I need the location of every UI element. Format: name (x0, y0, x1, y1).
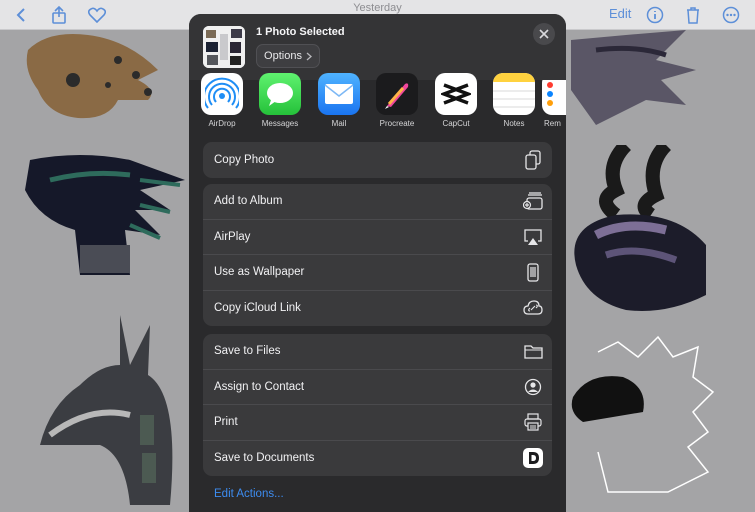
app-label: CapCut (442, 119, 470, 128)
app-label: AirDrop (208, 119, 236, 128)
options-label: Options (264, 50, 302, 62)
action-copy-icloud-link[interactable]: Copy iCloud Link (203, 291, 552, 327)
share-app-messages[interactable]: Messages (251, 73, 309, 128)
action-add-to-album[interactable]: Add to Album (203, 184, 552, 220)
share-app-capcut[interactable]: CapCut (427, 73, 485, 128)
edit-actions-link[interactable]: Edit Actions... (214, 488, 284, 500)
action-group-copy: Copy Photo (203, 142, 552, 178)
photo-thumbnail (203, 26, 245, 68)
copy-icon (522, 149, 544, 171)
dragon-artwork-mid-right (574, 145, 706, 311)
dragon-artwork-bottom-left (40, 315, 173, 505)
cloud-link-icon (522, 297, 544, 319)
close-button[interactable] (533, 23, 555, 45)
action-label: Assign to Contact (214, 380, 305, 393)
photo-date-label: Yesterday (353, 2, 402, 14)
airplay-icon (522, 226, 544, 248)
action-label: Add to Album (214, 195, 283, 208)
close-icon (539, 29, 549, 39)
action-use-as-wallpaper[interactable]: Use as Wallpaper (203, 255, 552, 291)
reminders-icon (542, 80, 566, 115)
more-icon[interactable] (720, 4, 742, 26)
action-save-to-files[interactable]: Save to Files (203, 334, 552, 370)
action-label: Copy iCloud Link (214, 302, 301, 315)
documents-app-icon (522, 447, 544, 469)
printer-icon (522, 411, 544, 433)
contact-icon (522, 376, 544, 398)
options-button[interactable]: Options (256, 44, 320, 68)
action-save-to-documents[interactable]: Save to Documents (203, 441, 552, 477)
share-app-mail[interactable]: Mail (310, 73, 368, 128)
notes-icon (493, 73, 535, 115)
share-apps-row: AirDrop Messages Mail Procreate CapCut N… (189, 73, 566, 140)
procreate-icon (376, 73, 418, 115)
app-label: Mail (331, 119, 347, 128)
action-airplay[interactable]: AirPlay (203, 220, 552, 255)
action-group-photos: Add to Album AirPlay Use as Wallpaper Co… (203, 184, 552, 326)
share-app-procreate[interactable]: Procreate (368, 73, 426, 128)
app-label: Rem (544, 119, 561, 128)
phone-icon (522, 261, 544, 283)
add-album-icon (522, 190, 544, 212)
action-label: Print (214, 416, 238, 429)
dragon-artwork-top-right (571, 30, 696, 125)
action-label: Save to Files (214, 345, 281, 358)
action-label: AirPlay (214, 230, 251, 243)
action-copy-photo[interactable]: Copy Photo (203, 142, 552, 178)
folder-icon (522, 340, 544, 362)
action-print[interactable]: Print (203, 405, 552, 441)
share-app-airdrop[interactable]: AirDrop (193, 73, 251, 128)
mail-icon (318, 73, 360, 115)
action-label: Copy Photo (214, 153, 275, 166)
trash-icon[interactable] (682, 4, 704, 26)
app-label: Procreate (379, 119, 415, 128)
app-label: Messages (261, 119, 299, 128)
action-label: Save to Documents (214, 452, 315, 465)
share-sheet-header: 1 Photo Selected Options (189, 14, 566, 80)
dragon-artwork-mid-left (25, 155, 185, 275)
action-group-save: Save to Files Assign to Contact Print Sa… (203, 334, 552, 476)
capcut-icon (435, 73, 477, 115)
chevron-right-icon (306, 52, 312, 60)
share-app-notes[interactable]: Notes (485, 73, 543, 128)
edit-button[interactable]: Edit (609, 6, 631, 21)
dragon-artwork-bottom-right (571, 335, 715, 493)
airdrop-icon (201, 73, 243, 115)
selection-title: 1 Photo Selected (256, 26, 345, 38)
app-label: Notes (503, 119, 525, 128)
share-app-reminders[interactable]: Rem (538, 80, 566, 128)
info-icon[interactable] (644, 4, 666, 26)
action-label: Use as Wallpaper (214, 266, 305, 279)
action-assign-to-contact[interactable]: Assign to Contact (203, 370, 552, 405)
share-sheet: 1 Photo Selected Options AirDrop Message… (189, 14, 566, 512)
dragon-artwork-top-left (26, 34, 158, 119)
messages-icon (259, 73, 301, 115)
